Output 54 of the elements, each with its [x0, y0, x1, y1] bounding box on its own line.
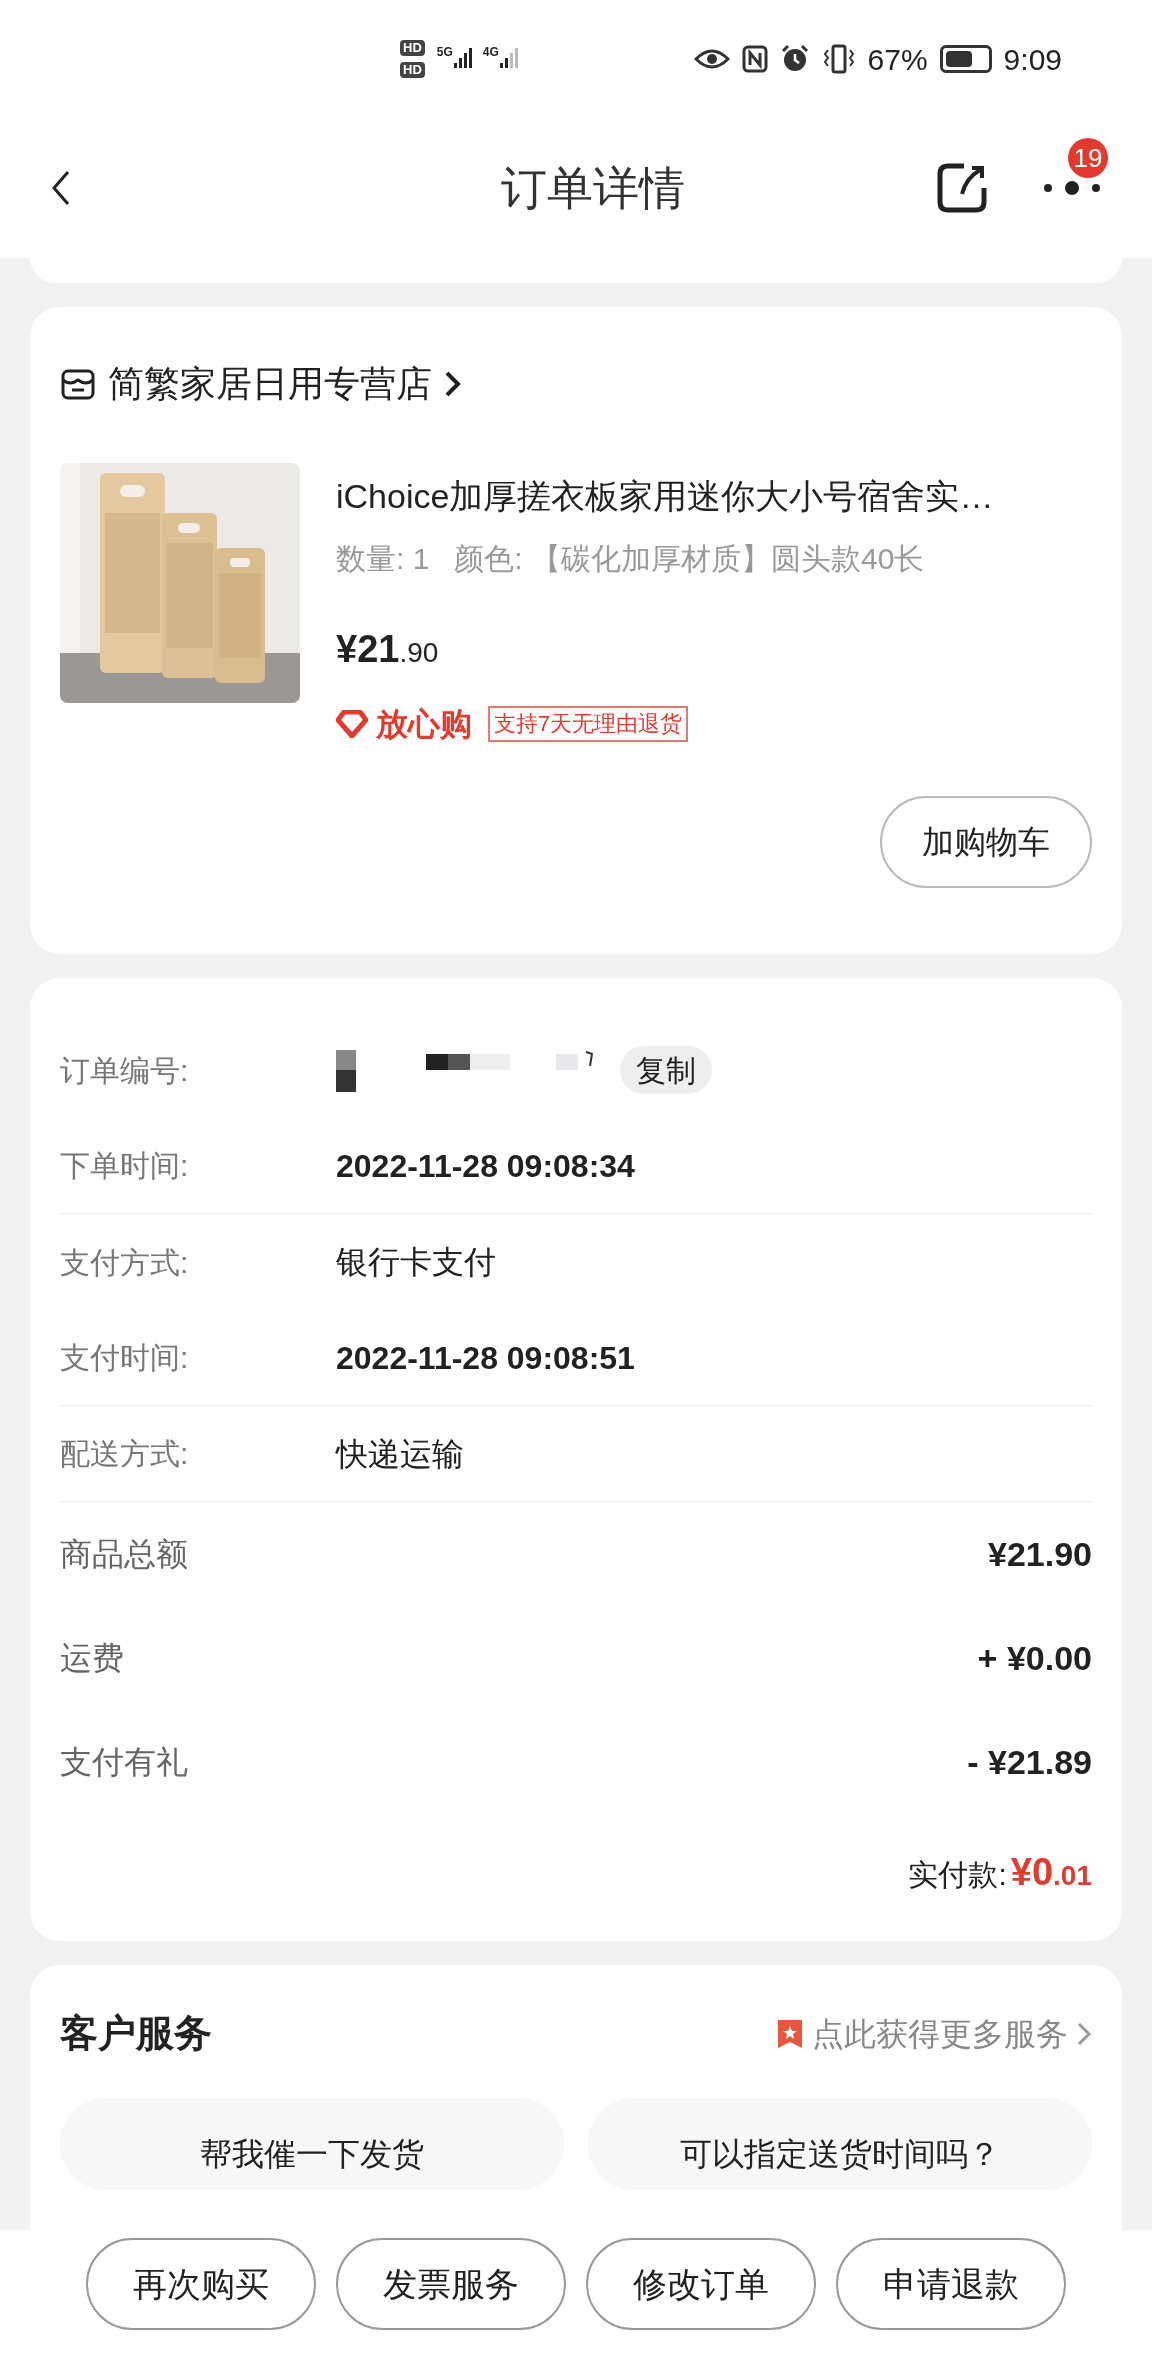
- amount-value: + ¥0.00: [977, 1637, 1092, 1679]
- field-value: 2022-11-28 09:08:51: [336, 1338, 635, 1378]
- star-bookmark-icon: [776, 2017, 804, 2050]
- paid-cents: .01: [1053, 1859, 1092, 1893]
- field-label: 下单时间:: [60, 1148, 190, 1184]
- more-services-link[interactable]: 点此获得更多服务: [776, 2009, 1092, 2058]
- order-action-button[interactable]: 发票服务: [336, 2238, 566, 2330]
- field-label: 配送方式:: [60, 1436, 190, 1472]
- back-icon[interactable]: [50, 168, 72, 208]
- quick-question-chip[interactable]: 可以指定送货时间吗？: [588, 2098, 1092, 2190]
- amount-label: 商品总额: [60, 1535, 188, 1574]
- battery-percent: 67%: [867, 41, 928, 78]
- chevron-icon: [444, 370, 462, 398]
- heart-diamond-icon: [336, 710, 368, 738]
- copy-button[interactable]: 复制: [620, 1046, 712, 1094]
- amount-value: - ¥21.89: [967, 1741, 1092, 1783]
- vibrate-icon: [821, 44, 856, 74]
- section-title: 客户服务: [60, 2011, 212, 2056]
- amount-label: 支付有礼: [60, 1743, 188, 1782]
- chevron-icon: [1076, 2020, 1092, 2047]
- paid-amount: ¥0: [1010, 1850, 1054, 1895]
- paid-label: 实付款:: [908, 1857, 1007, 1893]
- field-value: 快递运输: [336, 1434, 464, 1474]
- add-to-cart-button[interactable]: 加购物车: [880, 796, 1092, 888]
- field-label: 订单编号:: [60, 1052, 190, 1089]
- order-action-button[interactable]: 申请退款: [836, 2238, 1066, 2330]
- sim-label: HD: [400, 40, 425, 56]
- nfc-icon: [741, 45, 768, 73]
- price-cents: .90: [399, 637, 439, 670]
- guarantee-label: 放心购: [376, 705, 472, 744]
- field-label: 支付方式:: [60, 1244, 190, 1281]
- quick-question-chip[interactable]: 帮我催一下发货: [60, 2098, 564, 2190]
- page-title: 订单详情: [500, 160, 686, 216]
- order-action-button[interactable]: 再次购买: [86, 2238, 316, 2330]
- shop-link[interactable]: 简繁家居日用专营店: [60, 357, 1092, 411]
- network-label: 4G: [482, 46, 499, 58]
- order-action-button[interactable]: 修改订单: [586, 2238, 816, 2330]
- price: ¥21: [336, 627, 400, 672]
- product-title[interactable]: iChoice加厚搓衣板家用迷你大小号宿舍实…: [336, 463, 1092, 522]
- return-policy-tag: 支持7天无理由退货: [488, 706, 689, 742]
- field-label: 支付时间:: [60, 1340, 190, 1376]
- more-icon[interactable]: [1042, 178, 1102, 198]
- eye-icon: [693, 47, 730, 71]
- alarm-icon: [779, 44, 810, 74]
- field-value: 2022-11-28 09:08:34: [336, 1146, 635, 1186]
- sim-label: HD: [400, 62, 425, 78]
- clock: 9:09: [1003, 41, 1062, 78]
- network-label: 5G: [436, 46, 453, 58]
- product-spec: 数量: 1 颜色: 【碳化加厚材质】圆头款40长: [336, 541, 926, 577]
- field-value: 银行卡支付: [336, 1243, 496, 1282]
- amount-value: ¥21.90: [988, 1533, 1092, 1575]
- amount-label: 运费: [60, 1639, 124, 1678]
- battery-icon: [939, 45, 992, 73]
- notification-badge: 19: [1068, 138, 1108, 178]
